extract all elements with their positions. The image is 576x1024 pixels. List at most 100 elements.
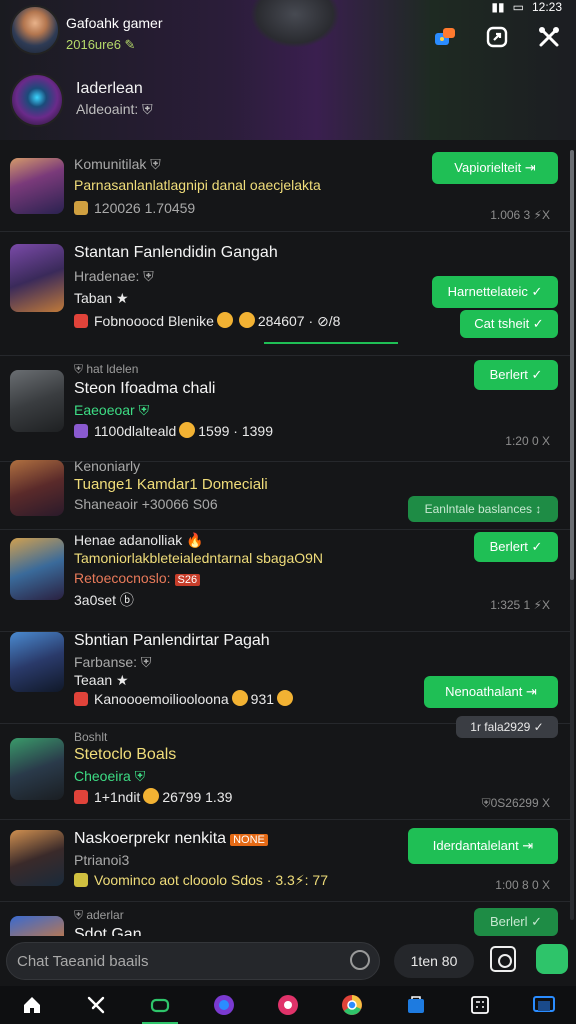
action-button-secondary[interactable]: Cat tsheit ✓ <box>460 310 558 338</box>
item-header: Boshlt <box>74 730 108 744</box>
share-box-icon[interactable] <box>484 24 510 50</box>
item-header: Komunitilak ⛨ <box>74 156 161 172</box>
item-subtitle: Farbanse: ⛨ <box>74 654 152 670</box>
tools-icon <box>74 314 88 328</box>
status-bar: ▮▮ ▭ 12:23 <box>491 0 562 14</box>
item-stats: 1+1ndit 26799 1.39 <box>74 788 232 805</box>
item-title: Sdot Gan <box>74 926 142 936</box>
action-button[interactable]: Vapiorielteit ⇥ <box>432 152 558 184</box>
emoji-icon <box>238 312 255 328</box>
list-item[interactable]: Stantan Fanlendidin Gangah Hradenae: ⛨ T… <box>0 232 570 356</box>
item-title: Stetoclo Boals <box>74 746 177 763</box>
app-icon[interactable] <box>210 991 238 1019</box>
chat-input[interactable] <box>6 942 380 980</box>
status-time: 12:23 <box>531 0 562 14</box>
colorful-app-icon[interactable] <box>432 24 458 50</box>
item-stats: Fobnooocd Blenike 284607 · ⊘/8 <box>74 312 340 330</box>
list-item[interactable]: Boshlt Stetoclo Boals Cheoeira ⛨ 1+1ndit… <box>0 724 570 820</box>
avatar <box>10 460 64 516</box>
action-button[interactable]: Harnettelateic ✓ <box>432 276 558 308</box>
user-status: 2016ure6 ✎ <box>66 37 136 52</box>
app-icon <box>74 424 88 438</box>
emoji-icon <box>216 312 233 328</box>
avatar <box>10 632 64 692</box>
item-stats: 120026 1.70459 <box>74 200 195 216</box>
item-title: Naskoerprekr nenkita NONE <box>74 830 268 848</box>
item-stats: Shaneaoir +30066 S06 <box>74 496 218 512</box>
item-header: Henae adanolliak 🔥 <box>74 532 204 548</box>
scrollbar-thumb[interactable] <box>570 150 574 580</box>
home-icon[interactable] <box>18 991 46 1019</box>
chat-list[interactable]: Komunitilak ⛨ Parnasanlanlatlagnipi dana… <box>0 142 576 936</box>
item-message: Parnasanlanlatlagnipi danal oaecjelakta <box>74 177 321 193</box>
list-item[interactable]: Kenoniarly Tuange1 Kamdar1 Domeciali Sha… <box>0 458 570 530</box>
item-meta: 1:20 0 X <box>505 434 550 448</box>
action-button[interactable]: Iderdantalelant ⇥ <box>408 828 558 864</box>
header-banner-art <box>250 0 340 48</box>
tools-icon <box>74 692 88 706</box>
action-button[interactable]: Berlerl ✓ <box>474 908 558 936</box>
user-avatar[interactable] <box>10 5 60 55</box>
emoji-icon <box>143 788 160 804</box>
avatar <box>10 830 64 886</box>
list-item[interactable]: Sbntian Panlendirtar Pagah Farbanse: ⛨ T… <box>0 632 570 738</box>
item-stats: Kanoooemoiliooloona 931 <box>74 690 296 707</box>
action-button[interactable]: Berlert ✓ <box>474 532 558 562</box>
game-icon[interactable] <box>142 991 178 1024</box>
item-meta: 1.006 3 ⚡X <box>490 208 550 222</box>
action-button[interactable]: Eanlntale baslances ↕ <box>408 496 558 522</box>
list-item[interactable]: ⛨ aderlar Sdot Gan Berlerl ✓ <box>0 902 570 936</box>
item-title: Steon Ifoadma chali <box>74 380 216 397</box>
avatar <box>10 538 64 600</box>
item-meta: 1:325 1 ⚡X <box>490 598 550 612</box>
chrome-icon[interactable] <box>338 991 366 1019</box>
list-item[interactable]: Komunitilak ⛨ Parnasanlanlatlagnipi dana… <box>0 142 570 232</box>
tools-icon[interactable] <box>536 24 562 50</box>
group-name: Iaderlean <box>76 80 143 97</box>
item-header: Kenoniarly <box>74 458 141 474</box>
status-badge: NONE <box>230 834 268 846</box>
bottom-nav <box>0 986 576 1024</box>
list-item[interactable]: ⛨ hat ldelen Steon Ifoadma chali Eaeoeoa… <box>0 356 570 462</box>
battery-icon: ▭ <box>512 0 524 14</box>
item-stats: 3a0set ⓑ <box>74 592 134 608</box>
item-stats: 1100dlalteald 1599 · 1399 <box>74 422 273 439</box>
mic-icon[interactable] <box>350 950 370 970</box>
avatar <box>10 370 64 432</box>
emoji-icon <box>179 422 196 438</box>
item-subtitle: Cheoeira ⛨ <box>74 768 146 784</box>
tools-icon[interactable] <box>82 991 110 1019</box>
item-header: ⛨ aderlar <box>74 908 124 922</box>
store-icon[interactable] <box>402 991 430 1019</box>
item-subtitle: Eaeoeoar ⛨ <box>74 402 150 418</box>
calculator-icon[interactable] <box>466 991 494 1019</box>
avatar <box>10 738 64 800</box>
status-badge: S26 <box>174 574 201 586</box>
music-icon[interactable] <box>274 991 302 1019</box>
item-tag: Taban ★ <box>74 290 129 306</box>
item-stats: Voominco aot clooolo Sdos · 3.3⚡: 77 <box>74 872 328 889</box>
coin-icon <box>74 201 88 215</box>
progress-bar <box>264 342 398 344</box>
action-button[interactable]: Nenoathalant ⇥ <box>424 676 558 708</box>
item-meta: 1:00 8 0 X <box>495 878 550 892</box>
group-avatar[interactable] <box>10 73 64 127</box>
avatar <box>10 916 64 936</box>
action-button[interactable]: Berlert ✓ <box>474 360 558 390</box>
item-subtitle: Hradenae: ⛨ <box>74 268 154 284</box>
window-icon[interactable] <box>530 991 558 1019</box>
camera-icon[interactable] <box>490 946 516 972</box>
group-subtitle: Aldeoaint: ⛨ <box>76 101 153 117</box>
count-pill[interactable]: 1ten 80 <box>394 944 474 978</box>
item-title: Sbntian Panlendirtar Pagah <box>74 632 270 649</box>
game-icon[interactable] <box>536 944 568 974</box>
avatar <box>10 158 64 214</box>
list-item[interactable]: Henae adanolliak 🔥 Tamoniorlakbleteialed… <box>0 530 570 632</box>
composer: 1ten 80 <box>0 936 576 986</box>
emoji-icon <box>277 690 294 706</box>
header: ▮▮ ▭ 12:23 Gafoahk gamer 2016ure6 ✎ Iade… <box>0 0 576 140</box>
item-message: Tamoniorlakbleteialedntarnal sbagaO9N <box>74 550 324 566</box>
item-title: Stantan Fanlendidin Gangah <box>74 244 278 261</box>
list-item[interactable]: Naskoerprekr nenkita NONE Ptrianoi3 Voomi… <box>0 820 570 902</box>
avatar <box>10 244 64 312</box>
